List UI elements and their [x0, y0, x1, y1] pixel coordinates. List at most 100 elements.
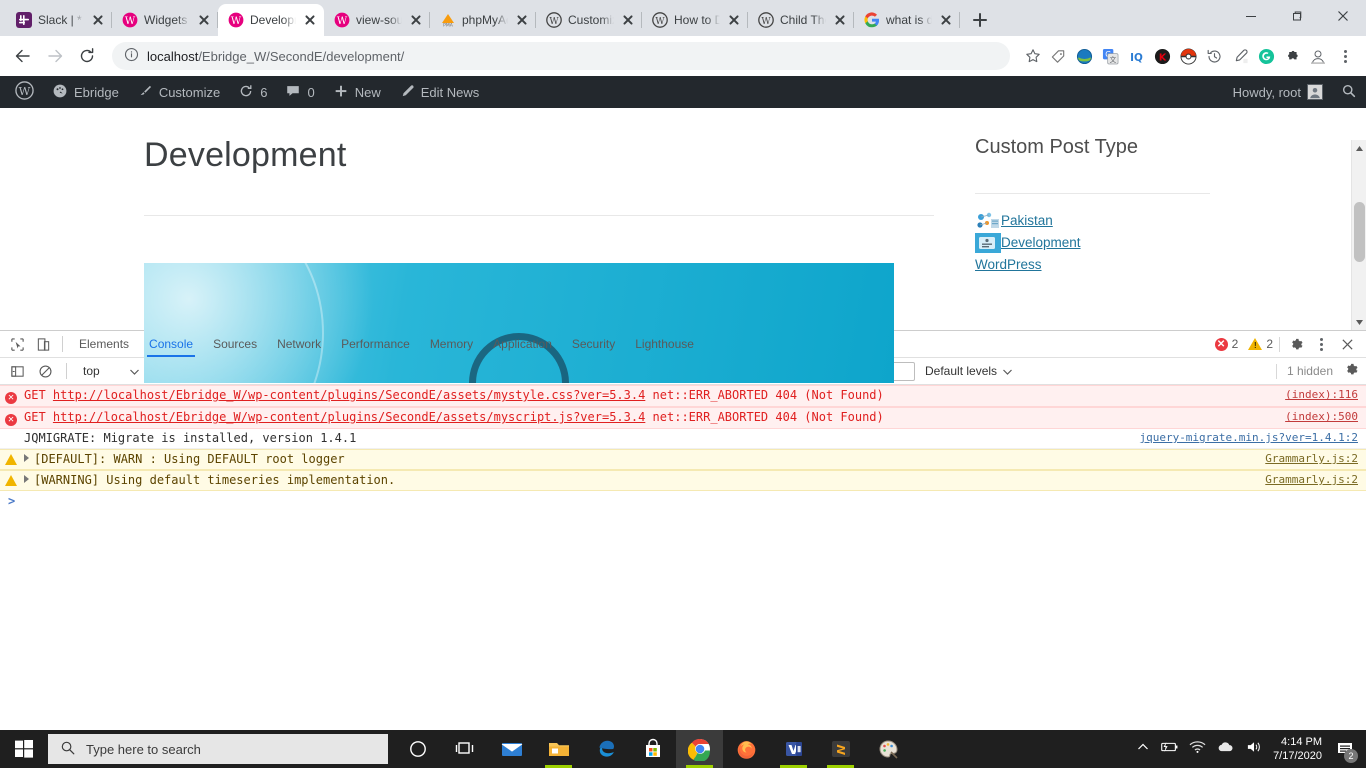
browser-tab[interactable]: W Customizing: [536, 4, 642, 36]
maximize-restore-button[interactable]: [1274, 0, 1320, 32]
clock[interactable]: 4:14 PM 7/17/2020: [1273, 735, 1322, 763]
gear-icon[interactable]: [1282, 331, 1308, 357]
close-devtools-icon[interactable]: [1334, 331, 1360, 357]
console-message-error[interactable]: ✕ GET http://localhost/Ebridge_W/wp-cont…: [0, 385, 1366, 407]
tab-lighthouse[interactable]: Lighthouse: [625, 331, 704, 357]
console-message-source[interactable]: Grammarly.js:2: [1253, 473, 1358, 486]
battery-charging-icon[interactable]: [1159, 740, 1179, 759]
tab-application[interactable]: Application: [483, 331, 562, 357]
kaspersky-icon[interactable]: K: [1152, 46, 1172, 66]
close-icon[interactable]: [832, 12, 848, 28]
console-message-warning[interactable]: [DEFAULT]: WARN : Using DEFAULT root log…: [0, 449, 1366, 470]
puzzle-icon[interactable]: [1282, 46, 1302, 66]
browser-tab[interactable]: PMA phpMyAdm: [430, 4, 536, 36]
site-name-menu[interactable]: Ebridge: [43, 76, 128, 108]
cortana-icon[interactable]: [394, 730, 441, 768]
close-icon[interactable]: [514, 12, 530, 28]
console-message-source[interactable]: jquery-migrate.min.js?ver=1.4.1:2: [1127, 431, 1358, 444]
sublime-text-icon[interactable]: [817, 730, 864, 768]
file-explorer-icon[interactable]: [535, 730, 582, 768]
close-window-button[interactable]: [1320, 0, 1366, 32]
page-scrollbar[interactable]: [1351, 140, 1366, 330]
edit-link[interactable]: Edit News: [390, 76, 489, 108]
tab-memory[interactable]: Memory: [420, 331, 483, 357]
show-hidden-icons-chevron[interactable]: [1137, 740, 1149, 758]
close-icon[interactable]: [726, 12, 742, 28]
tab-security[interactable]: Security: [562, 331, 625, 357]
browser-tab[interactable]: Slack | * ger: [6, 4, 112, 36]
chrome-menu-button[interactable]: [1334, 43, 1356, 69]
browser-tab[interactable]: W Widgets ‹ E: [112, 4, 218, 36]
grammarly-icon[interactable]: [1256, 46, 1276, 66]
tab-network[interactable]: Network: [267, 331, 331, 357]
tab-elements[interactable]: Elements: [69, 331, 139, 357]
info-circle-icon[interactable]: [124, 47, 139, 65]
task-view-icon[interactable]: [441, 730, 488, 768]
cpt-link-development[interactable]: Development: [1001, 232, 1081, 254]
cpt-link-pakistan[interactable]: Pakistan: [1001, 210, 1053, 232]
console-message-source[interactable]: Grammarly.js:2: [1253, 452, 1358, 465]
new-tab-button[interactable]: [966, 6, 994, 34]
tab-performance[interactable]: Performance: [331, 331, 420, 357]
cpt-link-wordpress[interactable]: WordPress: [975, 254, 1042, 276]
iq-icon[interactable]: IQ: [1126, 46, 1146, 66]
search-taskbar-input[interactable]: Type here to search: [48, 734, 388, 764]
expand-arrow-icon[interactable]: [24, 475, 29, 483]
devtools-more-button[interactable]: [1310, 331, 1332, 357]
close-icon[interactable]: [90, 12, 106, 28]
expand-arrow-icon[interactable]: [24, 454, 29, 462]
device-toolbar-icon[interactable]: [30, 331, 56, 357]
reload-button[interactable]: [72, 41, 102, 71]
list-item[interactable]: Pakistan: [975, 210, 1210, 232]
onedrive-icon[interactable]: [1216, 740, 1236, 759]
updates-link[interactable]: 6: [229, 76, 276, 108]
error-count-badge[interactable]: ✕ 2: [1211, 337, 1243, 351]
close-icon[interactable]: [196, 12, 212, 28]
admin-bar-search-button[interactable]: [1332, 76, 1366, 108]
close-icon[interactable]: [408, 12, 424, 28]
visio-icon[interactable]: [770, 730, 817, 768]
console-message-list[interactable]: ✕ GET http://localhost/Ebridge_W/wp-cont…: [0, 385, 1366, 730]
wp-logo-menu[interactable]: W: [6, 76, 43, 108]
mail-icon[interactable]: [488, 730, 535, 768]
edge-icon[interactable]: [582, 730, 629, 768]
idm-icon[interactable]: [1074, 46, 1094, 66]
tab-sources[interactable]: Sources: [203, 331, 267, 357]
comments-link[interactable]: 0: [276, 76, 323, 108]
console-settings-gear-icon[interactable]: [1343, 362, 1358, 380]
scrollbar-thumb[interactable]: [1354, 202, 1365, 262]
notification-center-button[interactable]: 2: [1332, 730, 1358, 768]
close-icon[interactable]: [302, 12, 318, 28]
console-prompt[interactable]: >: [0, 491, 1366, 511]
list-item[interactable]: Development: [975, 232, 1210, 254]
tab-console[interactable]: Console: [139, 331, 203, 357]
list-item[interactable]: WordPress: [975, 254, 1210, 276]
close-icon[interactable]: [620, 12, 636, 28]
clear-console-icon[interactable]: [32, 358, 58, 384]
profile-avatar-icon[interactable]: [1308, 46, 1328, 66]
browser-tab[interactable]: W How to Disp: [642, 4, 748, 36]
scroll-up-arrow[interactable]: [1352, 140, 1366, 156]
account-menu[interactable]: Howdy, root: [1224, 76, 1332, 108]
back-button[interactable]: [8, 41, 38, 71]
browser-tab[interactable]: what is deli: [854, 4, 960, 36]
google-translate-icon[interactable]: G文: [1100, 46, 1120, 66]
console-message-link[interactable]: http://localhost/Ebridge_W/wp-content/pl…: [53, 388, 645, 402]
console-message-error[interactable]: ✕ GET http://localhost/Ebridge_W/wp-cont…: [0, 407, 1366, 429]
wifi-icon[interactable]: [1189, 740, 1206, 759]
new-content-menu[interactable]: New: [324, 76, 390, 108]
console-sidebar-icon[interactable]: [4, 358, 30, 384]
address-bar[interactable]: localhost/Ebridge_W/SecondE/development/: [112, 42, 1010, 70]
browser-tab[interactable]: W Child Them: [748, 4, 854, 36]
forward-button[interactable]: [40, 41, 70, 71]
console-message-warning[interactable]: [WARNING] Using default timeseries imple…: [0, 470, 1366, 491]
customize-link[interactable]: Customize: [128, 76, 229, 108]
pokeball-icon[interactable]: [1178, 46, 1198, 66]
console-message-source[interactable]: (index):116: [1273, 388, 1358, 401]
star-icon[interactable]: [1020, 43, 1046, 69]
console-message-source[interactable]: (index):500: [1273, 410, 1358, 423]
scroll-down-arrow[interactable]: [1352, 314, 1366, 330]
tag-icon[interactable]: [1048, 46, 1068, 66]
firefox-icon[interactable]: [723, 730, 770, 768]
browser-tab[interactable]: W view-source: [324, 4, 430, 36]
